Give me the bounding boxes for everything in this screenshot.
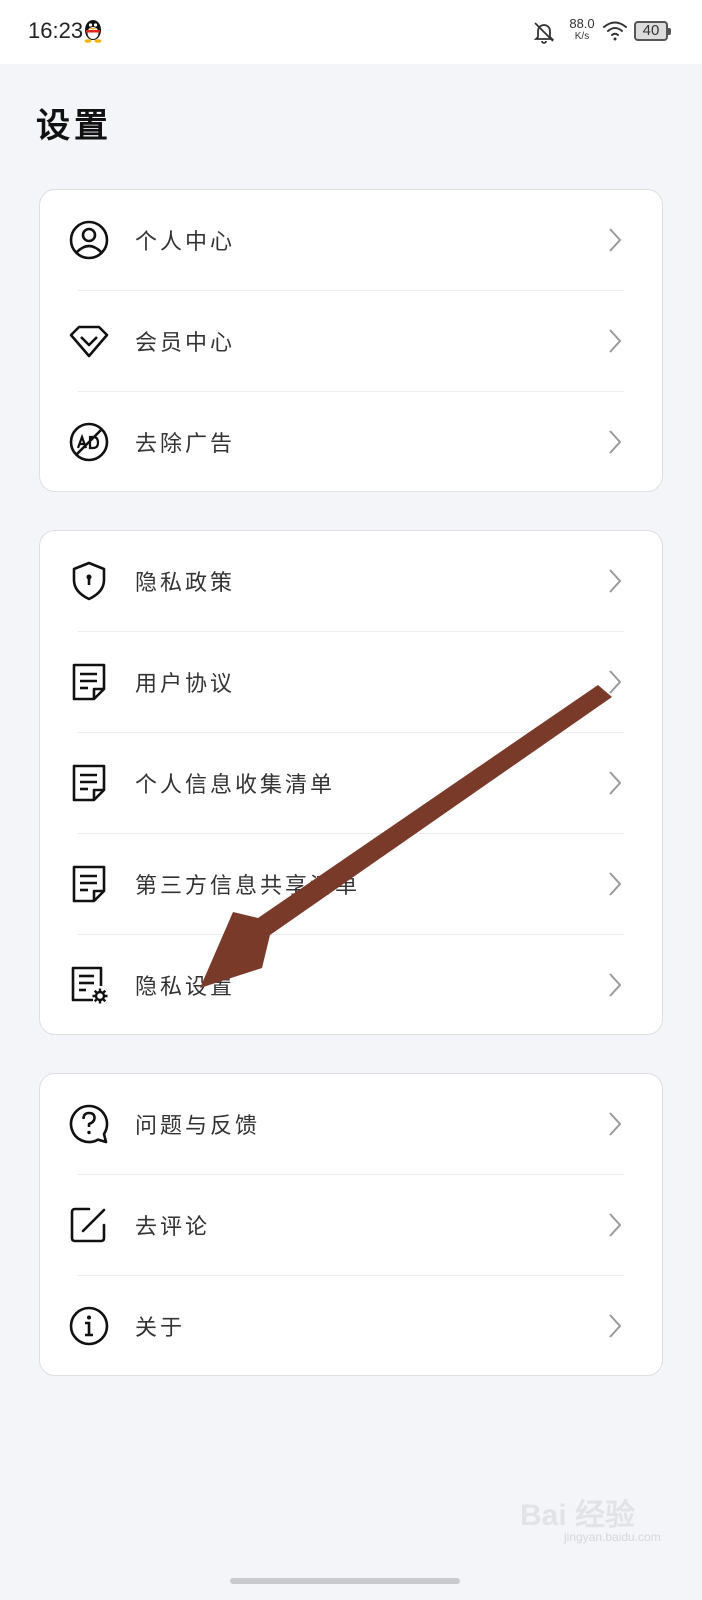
watermark-text: Bai 经验 [520,1499,636,1532]
annotation-arrow [200,685,612,988]
home-indicator[interactable] [230,1578,460,1584]
annotation-arrow-shape [200,685,612,988]
watermark-subtext: jingyan.baidu.com [564,1530,661,1544]
watermark: Bai 经验 jingyan.baidu.com [520,1490,661,1544]
